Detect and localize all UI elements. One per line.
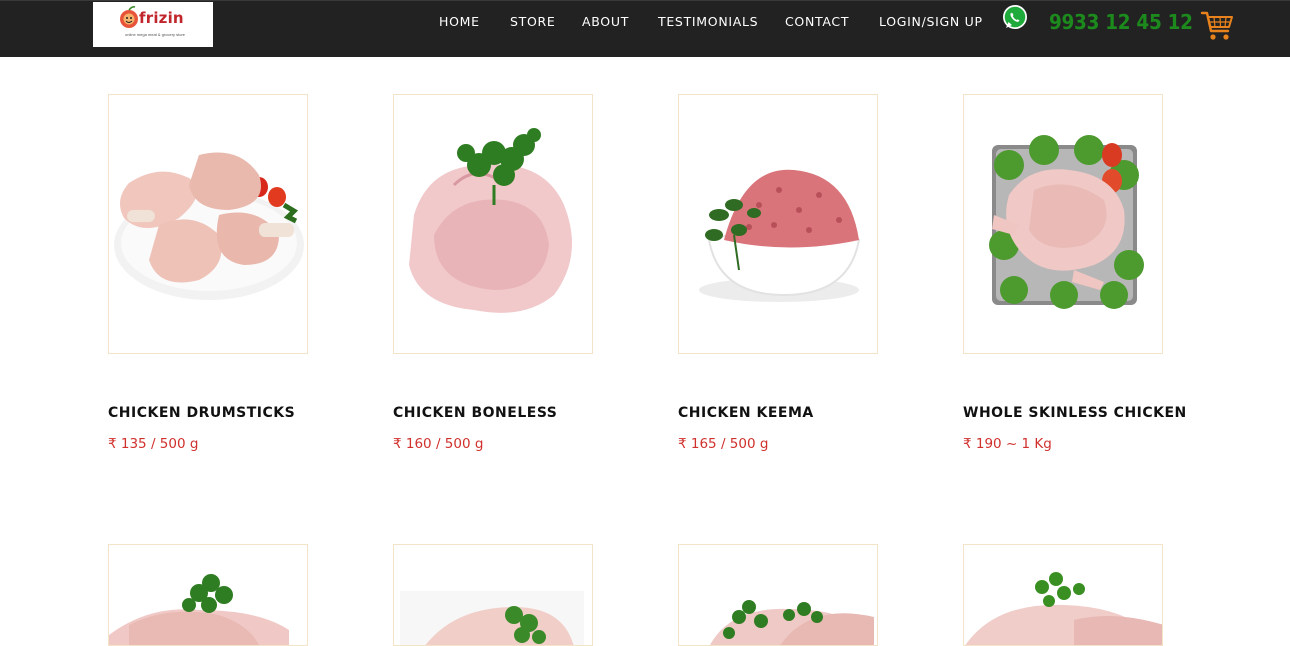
nav-home[interactable]: HOME (439, 14, 480, 29)
product-price: ₹ 165 / 500 g (678, 436, 769, 452)
top-navbar: frizin online mega meat & grocery store … (0, 0, 1290, 57)
product-price: ₹ 135 / 500 g (108, 436, 199, 452)
product-name[interactable]: CHICKEN DRUMSTICKS (108, 405, 295, 421)
nav-store[interactable]: STORE (510, 14, 556, 29)
product-image[interactable] (393, 544, 593, 646)
product-image-boneless[interactable] (393, 94, 593, 354)
product-image[interactable] (963, 544, 1163, 646)
product-image[interactable] (678, 544, 878, 646)
product-image-drumsticks[interactable] (108, 94, 308, 354)
whatsapp-icon[interactable] (1001, 3, 1029, 31)
nav-about[interactable]: ABOUT (582, 14, 629, 29)
product-price: ₹ 160 / 500 g (393, 436, 484, 452)
product-name[interactable]: WHOLE SKINLESS CHICKEN (963, 405, 1187, 421)
product-image-keema[interactable] (678, 94, 878, 354)
phone-number[interactable]: 9933 12 45 12 (1049, 10, 1193, 34)
logo-wordmark: frizin (139, 9, 184, 27)
nav-login-signup[interactable]: LOGIN/SIGN UP (879, 14, 983, 29)
product-name[interactable]: CHICKEN BONELESS (393, 405, 557, 421)
logo-tagline: online mega meat & grocery store (125, 32, 186, 37)
product-name[interactable]: CHICKEN KEEMA (678, 405, 814, 421)
nav-testimonials[interactable]: TESTIMONIALS (658, 14, 758, 29)
product-image[interactable] (108, 544, 308, 646)
product-image-whole-chicken[interactable] (963, 94, 1163, 354)
product-price: ₹ 190 ~ 1 Kg (963, 436, 1052, 452)
nav-contact[interactable]: CONTACT (785, 14, 849, 29)
site-logo[interactable]: frizin online mega meat & grocery store (93, 2, 213, 47)
shopping-cart-icon[interactable] (1200, 10, 1234, 42)
